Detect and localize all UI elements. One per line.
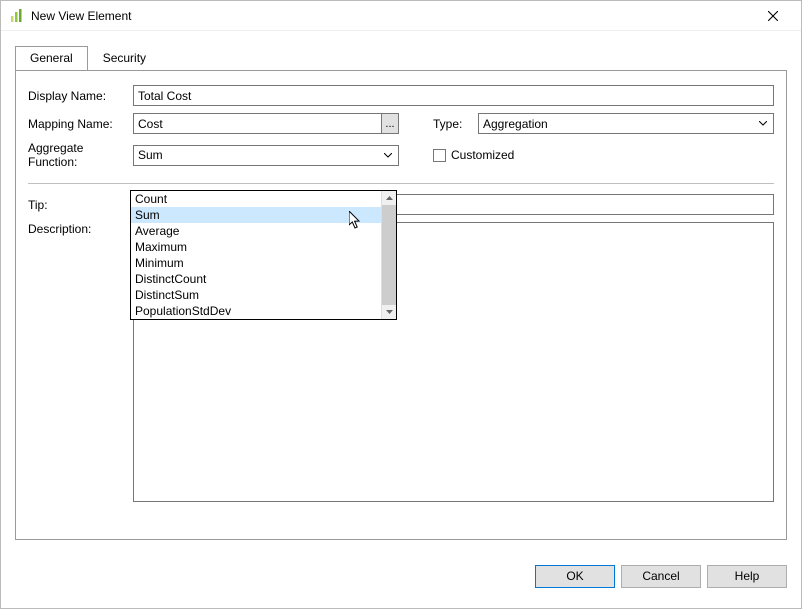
dropdown-item[interactable]: DistinctCount — [131, 271, 381, 287]
divider — [28, 183, 774, 184]
window-title: New View Element — [31, 9, 753, 23]
dropdown-item[interactable]: Average — [131, 223, 381, 239]
dropdown-item[interactable]: Sum — [131, 207, 381, 223]
description-label: Description: — [28, 222, 133, 236]
mapping-browse-button[interactable]: ... — [381, 113, 399, 134]
aggfn-dropdown: Count Sum Average Maximum Minimum Distin… — [130, 190, 397, 320]
scroll-up-icon[interactable] — [382, 191, 396, 205]
aggfn-combo[interactable]: Sum — [133, 145, 399, 166]
scroll-thumb[interactable] — [382, 205, 396, 305]
type-combo[interactable]: Aggregation — [478, 113, 774, 134]
aggfn-combo-value: Sum — [138, 148, 382, 162]
display-name-input[interactable] — [133, 85, 774, 106]
dropdown-scrollbar[interactable] — [381, 191, 396, 319]
dropdown-list: Count Sum Average Maximum Minimum Distin… — [131, 191, 381, 319]
row-mapping-name: Mapping Name: ... Type: Aggregation — [28, 113, 774, 134]
cancel-button[interactable]: Cancel — [621, 565, 701, 588]
tab-bar: General Security — [15, 45, 787, 70]
tab-general[interactable]: General — [15, 46, 88, 71]
row-display-name: Display Name: — [28, 85, 774, 106]
title-bar: New View Element — [1, 1, 801, 31]
dropdown-item[interactable]: Minimum — [131, 255, 381, 271]
customized-checkbox[interactable]: Customized — [433, 148, 514, 162]
chevron-down-icon — [382, 153, 394, 158]
tab-security[interactable]: Security — [88, 46, 161, 70]
customized-label: Customized — [451, 148, 514, 162]
scroll-down-icon[interactable] — [382, 305, 396, 319]
mapping-name-label: Mapping Name: — [28, 117, 133, 131]
aggfn-label: Aggregate Function: — [28, 141, 133, 169]
chevron-down-icon — [757, 121, 769, 126]
help-button[interactable]: Help — [707, 565, 787, 588]
dropdown-item[interactable]: PopulationStdDev — [131, 303, 381, 319]
tip-label: Tip: — [28, 198, 133, 212]
dropdown-item[interactable]: DistinctSum — [131, 287, 381, 303]
dropdown-item[interactable]: Maximum — [131, 239, 381, 255]
row-aggregate-function: Aggregate Function: Sum Customized — [28, 141, 774, 169]
dialog-window: New View Element General Security Displa… — [0, 0, 802, 609]
display-name-label: Display Name: — [28, 89, 133, 103]
type-label: Type: — [433, 117, 478, 131]
ok-button[interactable]: OK — [535, 565, 615, 588]
checkbox-icon — [433, 149, 446, 162]
type-combo-value: Aggregation — [483, 117, 757, 131]
app-icon — [9, 8, 25, 24]
close-button[interactable] — [753, 2, 793, 30]
button-bar: OK Cancel Help — [1, 558, 801, 608]
dialog-content: General Security Display Name: Mapping N… — [1, 31, 801, 558]
dropdown-item[interactable]: Count — [131, 191, 381, 207]
mapping-name-input[interactable] — [133, 113, 381, 134]
